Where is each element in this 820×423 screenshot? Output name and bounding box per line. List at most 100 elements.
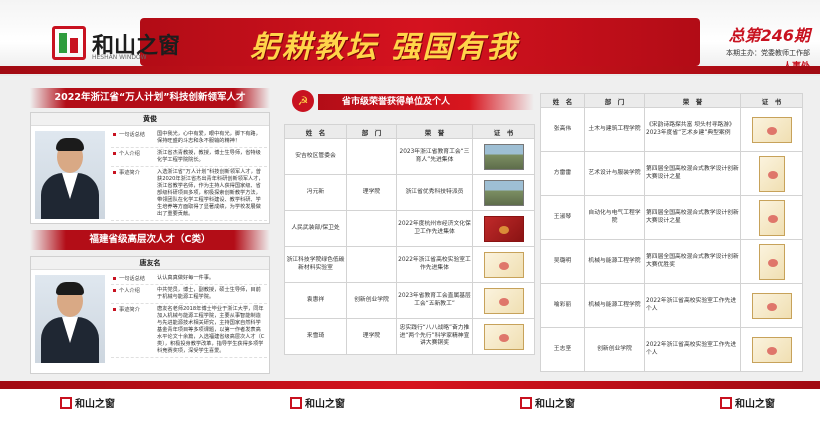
left-column: 2022年浙江省“万人计划”科技创新领军人才 黄俊 一句话总结 国中我光，心中有… xyxy=(30,88,270,388)
logo-mark-icon xyxy=(290,396,302,409)
certificate-image xyxy=(483,251,524,278)
table-row: 人民武装部/保卫处 2022年度杭州市经济文化保卫工作先进集体 xyxy=(284,210,535,247)
cell-name: 方雷雷 xyxy=(540,151,585,196)
table-row: 王志坚 创新创业学院 2022年浙江省高校实验室工作先进个人 xyxy=(540,327,803,372)
cell-dept: 艺术设计与服装学院 xyxy=(584,151,645,196)
header: 和山之窗 HESHAN WINDOW 躬耕教坛 强国有我 总第246期 本期主办… xyxy=(0,0,820,76)
logo-mark-icon xyxy=(520,396,532,409)
footer: 和山之窗 和山之窗 和山之窗 和山之窗 xyxy=(0,389,820,423)
table-row: 王淑琴 自动化与电气工程学院 第四届全国高校混合式教学设计创新大赛设计之星 xyxy=(540,195,803,240)
table-row: 张高伟 土木与建筑工程学院 《宋韵诗路探共富 坝头村寻路游》2023年度省“艺术… xyxy=(540,107,803,152)
info-row: 一句话总结 认认真真做好每一件事。 xyxy=(111,273,267,286)
certificate-image xyxy=(751,336,792,363)
col-header-name: 姓 名 xyxy=(540,93,585,108)
cell-honor: 第四届全国高校混合式教学设计创新大赛设计之星 xyxy=(644,195,741,240)
table-row: 来雪琦 理学院 忠实践行“八八战略”奋力推进“两个先行”科学家精神宣讲大赛铜奖 xyxy=(284,318,535,355)
cell-cert xyxy=(740,239,803,284)
info-value: 中共党员，博士，副教授，硕士生导师，目前于机械与能源工程学院。 xyxy=(157,287,261,301)
certificate-image xyxy=(483,287,524,314)
cell-honor: 2022年度杭州市经济文化保卫工作先进集体 xyxy=(396,210,473,247)
certificate-image xyxy=(758,199,785,236)
honor-table-units: 姓 名 部 门 荣 誉 证 书 安吉校区管委会 2023年浙江省教育工会“三育人… xyxy=(284,124,535,355)
display-board: 和山之窗 HESHAN WINDOW 躬耕教坛 强国有我 总第246期 本期主办… xyxy=(0,0,820,423)
footer-logo-text: 和山之窗 xyxy=(305,399,345,410)
person-photo xyxy=(35,131,105,219)
cell-honor: 忠实践行“八八战略”奋力推进“两个先行”科学家精神宣讲大赛铜奖 xyxy=(396,318,473,355)
logo-mark-icon xyxy=(720,396,732,409)
certificate-image xyxy=(751,116,792,143)
table-header-row: 姓 名 部 门 荣 誉 证 书 xyxy=(284,124,535,139)
cell-dept xyxy=(346,138,397,175)
info-value: 唐友名老师2018年博士毕业于浙江大学，同年加入机械与能源工程学院，主要从事智能… xyxy=(157,306,265,355)
cell-honor: 浙江省优秀科技特派员 xyxy=(396,174,473,211)
info-row: 一句话总结 国中我光，心中有爱，眼中有光，脚下有路，保持旺盛的斗志和永不服输的精… xyxy=(111,129,267,149)
right-column: 姓 名 部 门 荣 誉 证 书 张高伟 土木与建筑工程学院 《宋韵诗路探共富 坝… xyxy=(540,93,803,372)
cell-honor: 2023年浙江省教育工会“三育人”先进集体 xyxy=(396,138,473,175)
table-row: 吴璐明 机械与能源工程学院 第四届全国高校混合式教学设计创新大赛优胜奖 xyxy=(540,239,803,284)
logo-mark-icon xyxy=(52,26,86,60)
cell-cert xyxy=(740,107,803,152)
issue-info: 总第246期 本期主办：党委教师工作部 人事处 xyxy=(690,22,810,72)
cell-cert xyxy=(740,195,803,240)
info-row: 个人介绍 浙江省杰青教授，教授，博士生导师，省特级化学工程学院院长。 xyxy=(111,148,267,168)
cell-dept: 创新创业学院 xyxy=(346,282,397,319)
section-title-fujian: 福建省级高层次人才（C类） xyxy=(30,230,270,250)
person-name: 唐友名 xyxy=(31,257,269,270)
cell-name: 安吉校区管委会 xyxy=(284,138,347,175)
col-header-cert: 证 书 xyxy=(472,124,535,139)
footer-logo-text: 和山之窗 xyxy=(75,399,115,410)
info-key: 一句话总结 xyxy=(111,129,155,147)
footer-logo: 和山之窗 xyxy=(60,395,115,410)
honor-table-individuals: 姓 名 部 门 荣 誉 证 书 张高伟 土木与建筑工程学院 《宋韵诗路探共富 坝… xyxy=(540,93,803,372)
cell-name: 袁惠祥 xyxy=(284,282,347,319)
table-row: 喻彩丽 机械与能源工程学院 2022年浙江省高校实验室工作先进个人 xyxy=(540,283,803,328)
cell-honor: 《宋韵诗路探共富 坝头村寻路游》2023年度省“艺术乡建”典型案例 xyxy=(644,107,741,152)
cell-dept: 机械与能源工程学院 xyxy=(584,283,645,328)
issue-sponsor: 本期主办：党委教师工作部 xyxy=(726,49,810,57)
info-key: 事迹简介 xyxy=(111,304,155,357)
certificate-image xyxy=(758,155,785,192)
cell-dept xyxy=(346,210,397,247)
table-row: 方雷雷 艺术设计与服装学院 第四届全国高校混合式教学设计创新大赛设计之星 xyxy=(540,151,803,196)
cell-dept: 理学院 xyxy=(346,174,397,211)
col-header-cert: 证 书 xyxy=(740,93,803,108)
cell-honor: 第四届全国高校混合式教学设计创新大赛优胜奖 xyxy=(644,239,741,284)
info-key: 个人介绍 xyxy=(111,148,155,166)
person-card-huangjun: 黄俊 一句话总结 国中我光，心中有爱，眼中有光，脚下有路，保持旺盛的斗志和永不服… xyxy=(30,112,270,224)
table-row: 冯元新 理学院 浙江省优秀科技特派员 xyxy=(284,174,535,211)
cell-dept xyxy=(346,246,397,283)
certificate-image xyxy=(758,243,785,280)
table-header-row: 姓 名 部 门 荣 誉 证 书 xyxy=(540,93,803,108)
cell-honor: 2022年浙江省高校实验室工作先进个人 xyxy=(644,327,741,372)
cell-cert xyxy=(472,210,535,247)
cell-cert xyxy=(740,327,803,372)
col-header-honor: 荣 誉 xyxy=(644,93,741,108)
cell-cert xyxy=(472,138,535,175)
cell-dept: 机械与能源工程学院 xyxy=(584,239,645,284)
cell-name: 人民武装部/保卫处 xyxy=(284,210,347,247)
cell-dept: 理学院 xyxy=(346,318,397,355)
info-row: 事迹简介 入选浙江省“万人计划”科技创新领军人才，曾获2020年浙江省杰出青年科… xyxy=(111,167,267,222)
footer-logo: 和山之窗 xyxy=(520,395,575,410)
cell-honor: 2022年浙江省高校实验室工作先进个人 xyxy=(644,283,741,328)
certificate-photo xyxy=(483,143,524,170)
col-header-name: 姓 名 xyxy=(284,124,347,139)
cell-cert xyxy=(472,318,535,355)
info-key: 个人介绍 xyxy=(111,285,155,303)
info-value: 认认真真做好每一件事。 xyxy=(157,275,215,281)
person-info: 一句话总结 国中我光，心中有爱，眼中有光，脚下有路，保持旺盛的斗志和永不服输的精… xyxy=(111,129,267,222)
cell-name: 冯元新 xyxy=(284,174,347,211)
info-key: 一句话总结 xyxy=(111,273,155,284)
cell-name: 王淑琴 xyxy=(540,195,585,240)
certificate-photo xyxy=(483,179,524,206)
cell-dept: 自动化与电气工程学院 xyxy=(584,195,645,240)
footer-logo: 和山之窗 xyxy=(290,395,345,410)
cell-name: 吴璐明 xyxy=(540,239,585,284)
info-value: 国中我光，心中有爱，眼中有光，脚下有路，保持旺盛的斗志和永不服输的精神！ xyxy=(157,131,261,145)
info-key: 事迹简介 xyxy=(111,167,155,220)
certificate-image xyxy=(483,215,524,242)
footer-logo-text: 和山之窗 xyxy=(535,399,575,410)
certificate-image xyxy=(751,292,792,319)
middle-title-text: 省市级荣誉获得单位及个人 xyxy=(318,94,534,110)
middle-column: ☭ 省市级荣誉获得单位及个人 姓 名 部 门 荣 誉 证 书 安吉校区管委会 2… xyxy=(284,90,535,355)
